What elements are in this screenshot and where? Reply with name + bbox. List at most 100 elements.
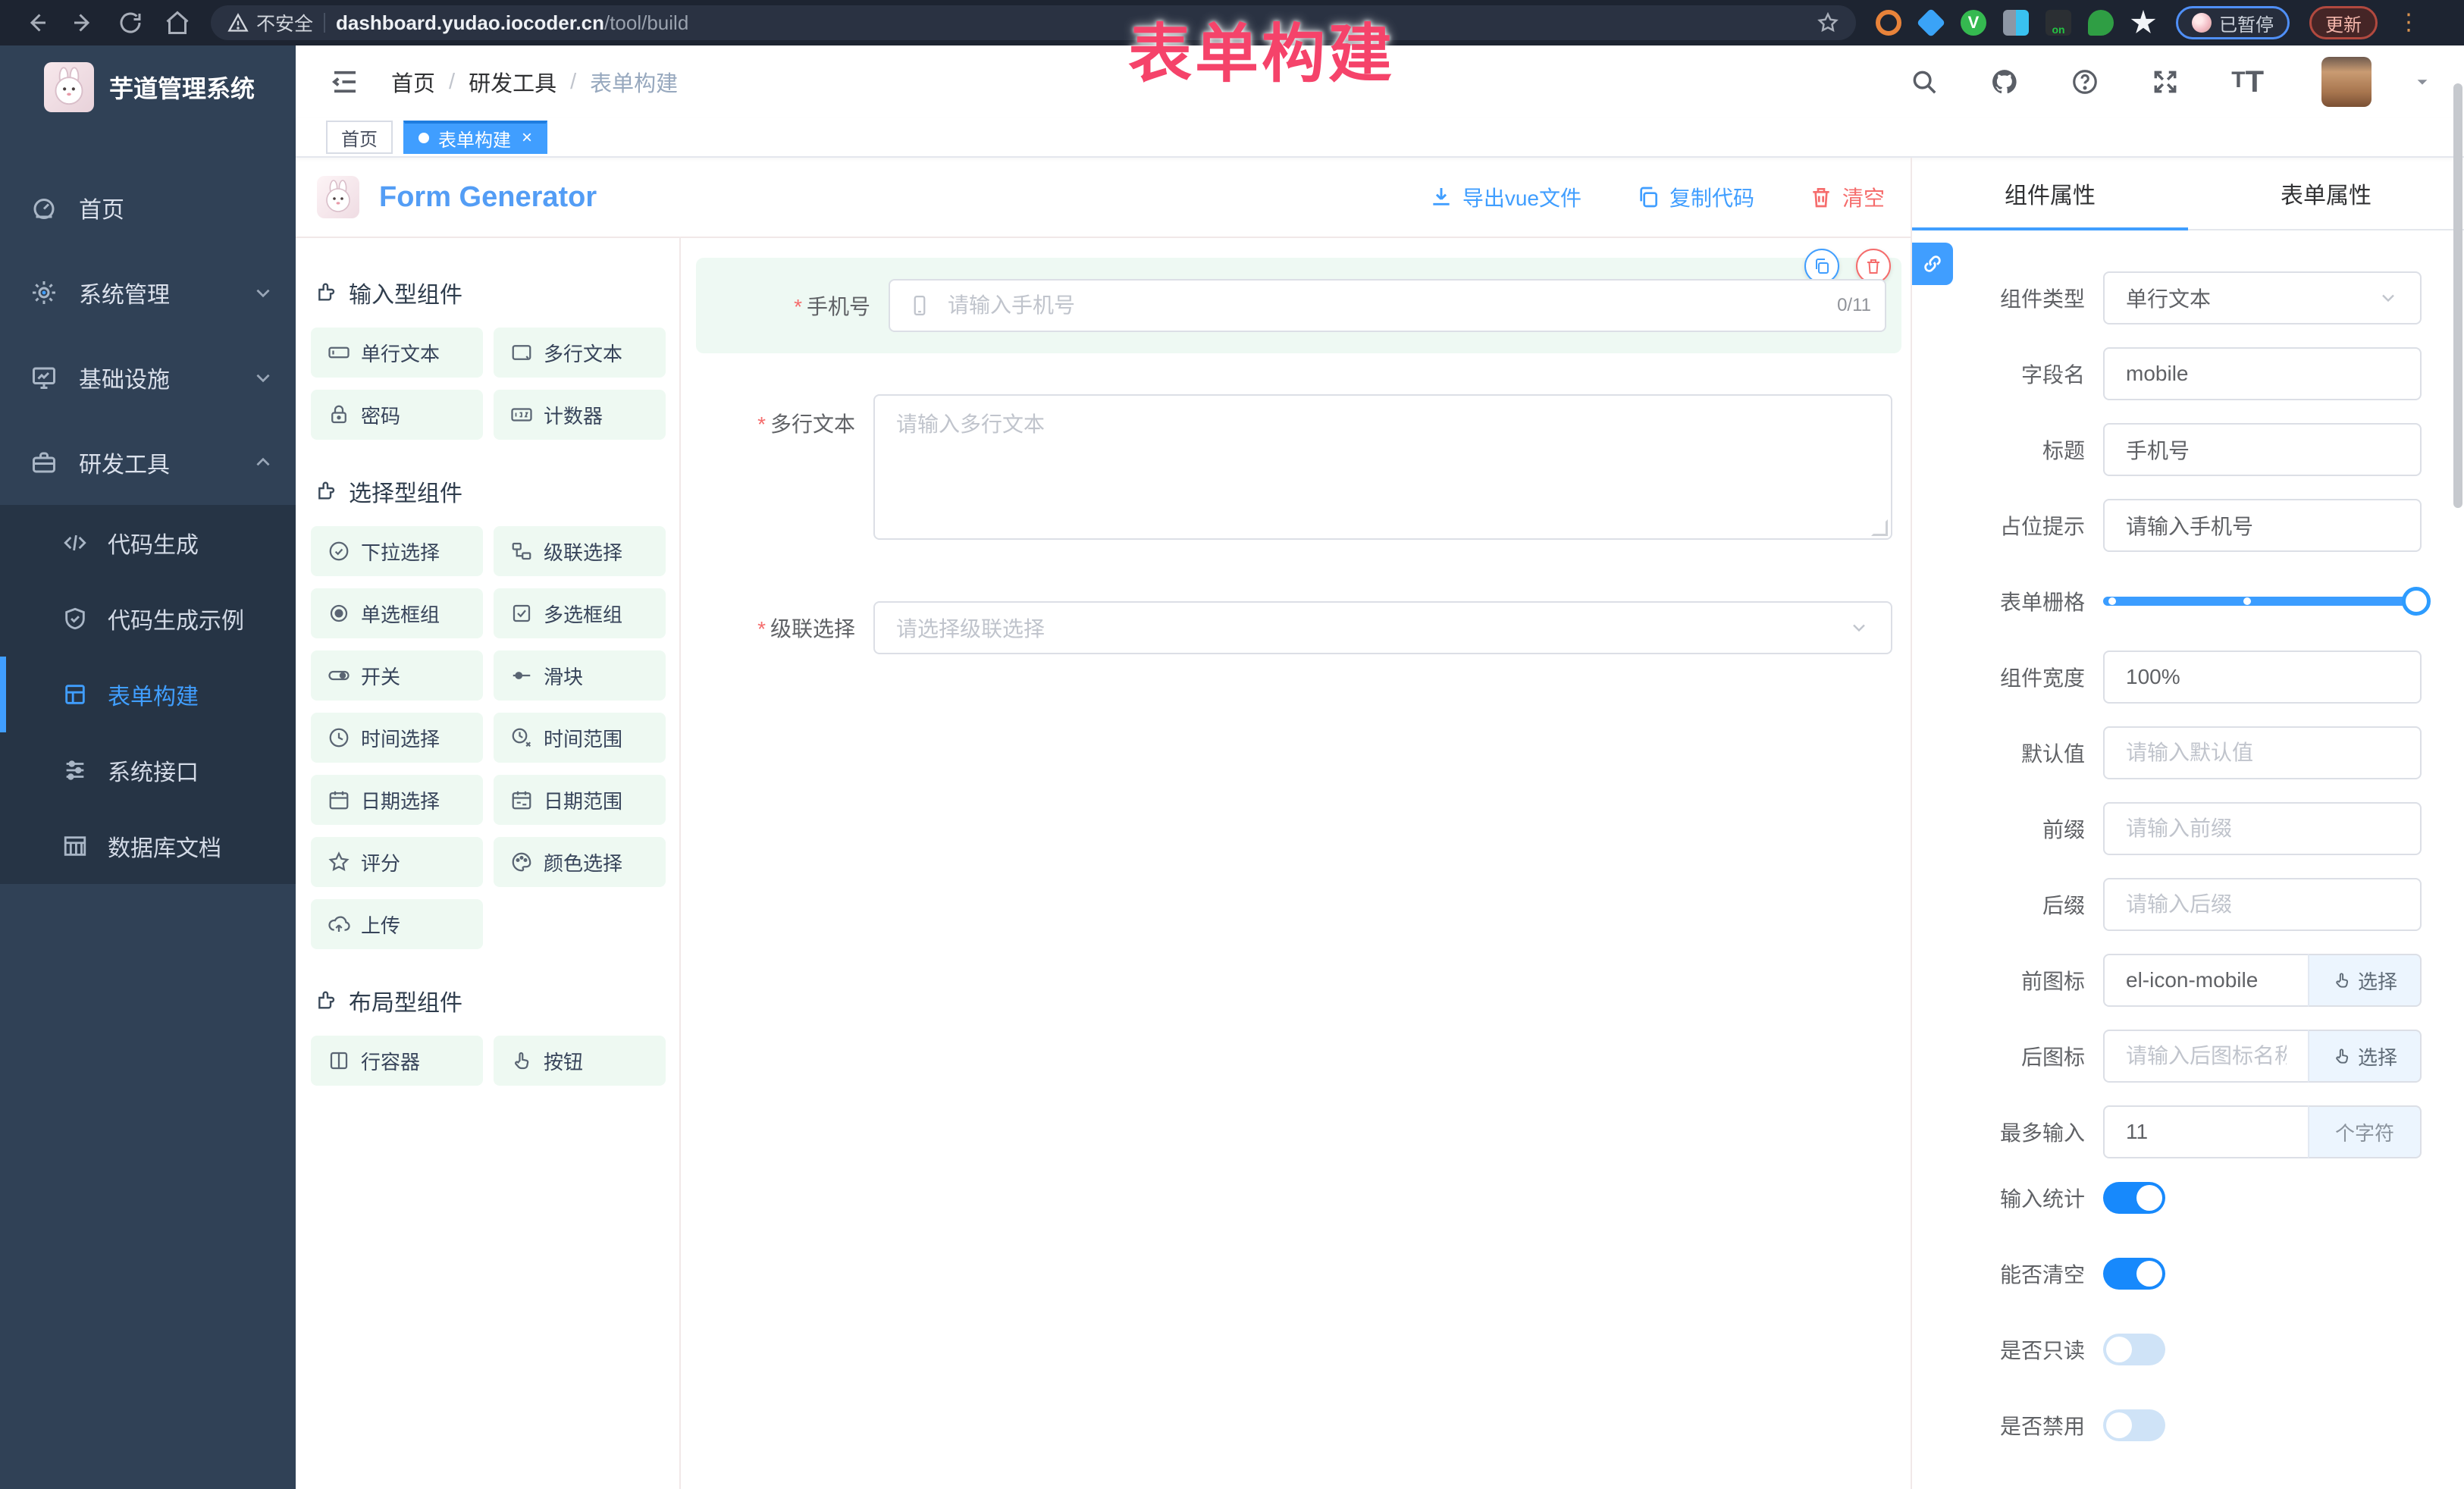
mobile-input[interactable]: [889, 279, 1886, 332]
tag-home[interactable]: 首页: [326, 121, 393, 154]
palette-item-textarea[interactable]: 多行文本: [494, 328, 666, 378]
fullscreen-icon[interactable]: [2151, 67, 2180, 96]
cascader-select[interactable]: 请选择级联选择: [873, 601, 1892, 654]
copy-code-button[interactable]: 复制代码: [1636, 182, 1754, 212]
app-logo-row[interactable]: 芋道管理系统: [0, 45, 296, 129]
form-generator-title[interactable]: Form Generator: [379, 181, 597, 214]
extension-icon[interactable]: [1876, 10, 1901, 36]
sidebar-item-home[interactable]: 首页: [0, 165, 296, 250]
hamburger-collapse-icon[interactable]: [329, 66, 361, 98]
canvas-field-textarea[interactable]: *多行文本: [696, 394, 1901, 544]
tab-component-props[interactable]: 组件属性: [1912, 158, 2188, 229]
user-avatar[interactable]: [2321, 57, 2372, 107]
palette-item-counter[interactable]: 计数器: [494, 390, 666, 440]
title-input[interactable]: [2103, 423, 2422, 476]
palette-item-date-range[interactable]: 日期范围: [494, 775, 666, 825]
palette-item-slider[interactable]: 滑块: [494, 650, 666, 701]
bookmark-star-icon[interactable]: [1817, 11, 1839, 34]
char-counter: 0/11: [1837, 295, 1871, 316]
suffix-icon-input[interactable]: [2103, 1030, 2308, 1083]
form-grid-slider[interactable]: [2103, 597, 2415, 606]
scrollbar-thumb[interactable]: [2453, 83, 2462, 508]
export-vue-button[interactable]: 导出vue文件: [1429, 182, 1582, 212]
extension-icon[interactable]: on: [2045, 10, 2071, 36]
readonly-toggle[interactable]: [2103, 1334, 2165, 1365]
disabled-toggle[interactable]: [2103, 1409, 2165, 1441]
profile-paused-badge[interactable]: 已暂停: [2176, 6, 2290, 39]
prefix-icon-select-button[interactable]: 选择: [2308, 954, 2422, 1007]
browser-forward-icon[interactable]: [70, 9, 97, 36]
data-link-button[interactable]: [1912, 243, 1953, 285]
placeholder-input[interactable]: [2103, 499, 2422, 552]
prefix-input[interactable]: [2103, 802, 2422, 855]
sidebar-item-form-builder[interactable]: 表单构建: [0, 657, 296, 732]
suffix-input[interactable]: [2103, 878, 2422, 931]
sidebar-item-system-api[interactable]: 系统接口: [0, 732, 296, 808]
suffix-icon-select-button[interactable]: 选择: [2308, 1030, 2422, 1083]
drawing-board[interactable]: *手机号 0/11 *多行文本: [681, 238, 1911, 1489]
search-icon[interactable]: [1910, 67, 1939, 96]
page-url[interactable]: dashboard.yudao.iocoder.cn/tool/build: [336, 11, 688, 35]
palette-item-password[interactable]: 密码: [311, 390, 483, 440]
palette-item-checkbox-group[interactable]: 多选框组: [494, 588, 666, 638]
default-value-input[interactable]: [2103, 726, 2422, 779]
palette-item-cascader[interactable]: 级联选择: [494, 526, 666, 576]
prefix-icon-input[interactable]: [2103, 954, 2308, 1007]
canvas-field-mobile[interactable]: *手机号 0/11: [696, 258, 1901, 353]
clear-button[interactable]: 清空: [1809, 182, 1885, 212]
palette-item-select[interactable]: 下拉选择: [311, 526, 483, 576]
slider-handle[interactable]: [2402, 587, 2431, 616]
browser-update-button[interactable]: 更新: [2309, 6, 2378, 39]
browser-back-icon[interactable]: [23, 9, 50, 36]
sidebar-item-infra[interactable]: 基础设施: [0, 335, 296, 420]
sidebar-item-codegen[interactable]: 代码生成: [0, 505, 296, 581]
width-input[interactable]: [2103, 650, 2422, 704]
tag-close-icon[interactable]: ×: [522, 129, 532, 147]
palette-item-time-picker[interactable]: 时间选择: [311, 713, 483, 763]
tab-form-props[interactable]: 表单属性: [2188, 158, 2464, 229]
palette-item-single-text[interactable]: 单行文本: [311, 328, 483, 378]
extension-icon[interactable]: [1917, 8, 1945, 37]
browser-menu-icon[interactable]: ⋮: [2397, 18, 2408, 27]
canvas-field-cascader[interactable]: *级联选择 请选择级联选择: [696, 601, 1901, 654]
link-chain-icon: [1921, 252, 1944, 275]
breadcrumb-devtools[interactable]: 研发工具: [469, 66, 556, 98]
avatar-caret-icon[interactable]: [2414, 74, 2431, 90]
palette-item-button[interactable]: 按钮: [494, 1036, 666, 1086]
address-bar[interactable]: 不安全 dashboard.yudao.iocoder.cn/tool/buil…: [211, 5, 1856, 40]
sidebar-item-devtools[interactable]: 研发工具: [0, 420, 296, 505]
palette-item-color-picker[interactable]: 颜色选择: [494, 837, 666, 887]
palette-item-rate[interactable]: 评分: [311, 837, 483, 887]
security-chip[interactable]: 不安全: [227, 9, 313, 36]
page-scrollbar[interactable]: [2453, 83, 2462, 1486]
row-width: 组件宽度: [1941, 650, 2422, 704]
palette-item-time-range[interactable]: 时间范围: [494, 713, 666, 763]
font-size-icon[interactable]: TT: [2231, 67, 2264, 96]
field-name-input[interactable]: [2103, 347, 2422, 400]
sidebar-item-system[interactable]: 系统管理: [0, 250, 296, 335]
extension-icon[interactable]: [2003, 10, 2029, 36]
sidebar-item-codegen-demo[interactable]: 代码生成示例: [0, 581, 296, 657]
extension-icon[interactable]: [2130, 10, 2156, 36]
palette-item-radio-group[interactable]: 单选框组: [311, 588, 483, 638]
breadcrumb-home[interactable]: 首页: [391, 66, 435, 98]
palette-item-date-picker[interactable]: 日期选择: [311, 775, 483, 825]
max-length-input[interactable]: [2103, 1105, 2308, 1158]
palette-item-row-container[interactable]: 行容器: [311, 1036, 483, 1086]
extension-icon[interactable]: [2088, 10, 2114, 36]
palette-item-upload[interactable]: 上传: [311, 899, 483, 949]
row-prefix-icon: 前图标 选择: [1941, 954, 2422, 1007]
tag-form-builder[interactable]: 表单构建 ×: [403, 121, 547, 154]
palette-item-switch[interactable]: 开关: [311, 650, 483, 701]
textarea-input[interactable]: [873, 394, 1892, 540]
browser-home-icon[interactable]: [164, 9, 191, 36]
github-icon[interactable]: [1990, 67, 2019, 96]
help-icon[interactable]: [2071, 67, 2099, 96]
component-type-select[interactable]: 单行文本: [2103, 271, 2422, 324]
sidebar-item-db-doc[interactable]: 数据库文档: [0, 808, 296, 884]
browser-reload-icon[interactable]: [117, 9, 144, 36]
clearable-toggle[interactable]: [2103, 1258, 2165, 1290]
input-stats-toggle[interactable]: [2103, 1182, 2165, 1214]
chevron-down-icon: [253, 283, 273, 303]
extension-icon[interactable]: V: [1961, 10, 1986, 36]
